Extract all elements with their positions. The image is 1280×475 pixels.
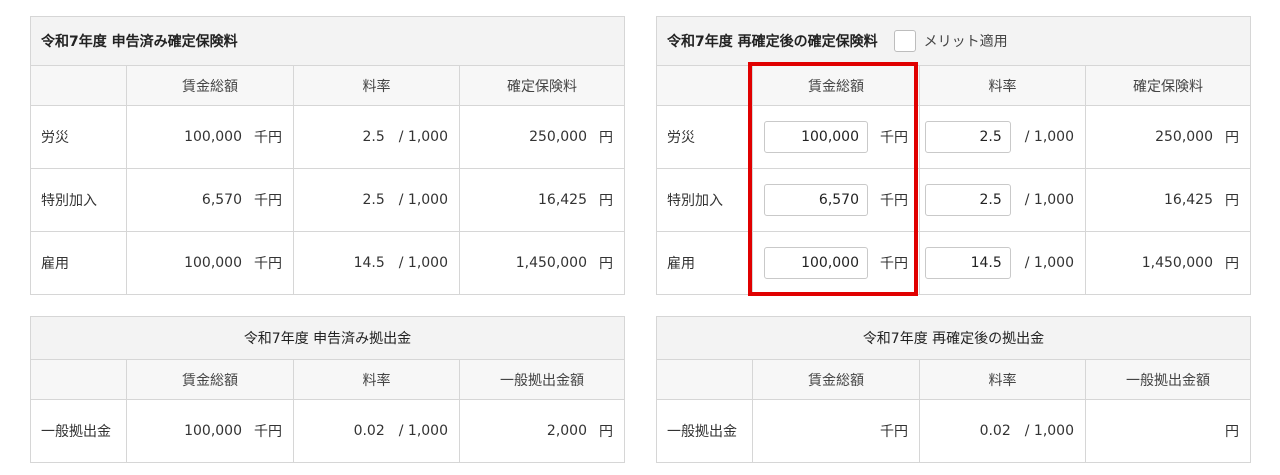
row-label: 一般拠出金 <box>41 424 111 440</box>
premium-unit: 円 <box>1225 256 1239 272</box>
wage-value: 100,000 <box>184 423 242 439</box>
amount-unit: 円 <box>599 424 613 440</box>
declared-premium-title: 令和7年度 申告済み確定保険料 <box>31 17 624 65</box>
wage-value: 100,000 <box>184 129 242 145</box>
table-row: 労災 100,000 千円 2.5 / 1,000 250,000 円 <box>31 105 624 168</box>
wage-unit: 千円 <box>880 256 908 272</box>
amount-unit: 円 <box>1225 424 1239 440</box>
wage-value: 100,000 <box>184 255 242 271</box>
header-amount: 一般拠出金額 <box>459 360 624 399</box>
amount-value: 2,000 <box>546 423 587 439</box>
row-label: 労災 <box>667 130 695 146</box>
declared-premium-panel: 令和7年度 申告済み確定保険料 賃金総額 料率 確定保険料 労災 100,000… <box>30 16 625 295</box>
row-label: 一般拠出金 <box>667 424 737 440</box>
header-rate: 料率 <box>293 360 459 399</box>
rate-unit: / 1,000 <box>1024 192 1074 208</box>
rate-value: 0.02 <box>353 423 385 439</box>
wage-unit: 千円 <box>880 424 908 440</box>
rate-input[interactable]: 14.5 <box>924 247 1011 279</box>
table-row: 雇用 100,000 千円 14.5 / 1,000 1,450,000 円 <box>657 231 1250 294</box>
rate-value: 0.02 <box>979 423 1011 439</box>
rate-value: 2.5 <box>362 192 385 208</box>
header-rate: 料率 <box>293 66 459 105</box>
declared-contribution-panel: 令和7年度 申告済み拠出金 賃金総額 料率 一般拠出金額 一般拠出金 100,0… <box>30 316 625 463</box>
header-wage: 賃金総額 <box>126 66 293 105</box>
rate-unit: / 1,000 <box>398 255 448 271</box>
declared-contribution-title: 令和7年度 申告済み拠出金 <box>31 317 624 359</box>
merit-checkbox[interactable] <box>893 30 916 52</box>
table-row: 労災 100,000 千円 2.5 / 1,000 250,000 円 <box>657 105 1250 168</box>
row-label: 雇用 <box>41 256 69 272</box>
wage-unit: 千円 <box>254 424 282 440</box>
header-wage: 賃金総額 <box>752 66 919 105</box>
table-row: 雇用 100,000 千円 14.5 / 1,000 1,450,000 円 <box>31 231 624 294</box>
row-label: 雇用 <box>667 256 695 272</box>
wage-unit: 千円 <box>880 193 908 209</box>
reconfirmed-premium-header: 賃金総額 料率 確定保険料 <box>657 65 1250 105</box>
reconfirmed-contribution-header: 賃金総額 料率 一般拠出金額 <box>657 359 1250 399</box>
header-wage: 賃金総額 <box>752 360 919 399</box>
row-label: 労災 <box>41 130 69 146</box>
rate-value: 2.5 <box>362 129 385 145</box>
wage-unit: 千円 <box>254 193 282 209</box>
wage-input[interactable]: 100,000 <box>764 121 868 153</box>
premium-value: 1,450,000 <box>515 255 587 271</box>
rate-value: 14.5 <box>353 255 385 271</box>
header-premium: 確定保険料 <box>1085 66 1250 105</box>
premium-unit: 円 <box>599 130 613 146</box>
rate-unit: / 1,000 <box>1024 129 1074 145</box>
premium-unit: 円 <box>599 256 613 272</box>
table-row: 一般拠出金 100,000 千円 0.02 / 1,000 2,000 円 <box>31 399 624 462</box>
reconfirmed-premium-title: 令和7年度 再確定後の確定保険料 <box>667 34 878 50</box>
reconfirmed-premium-title-row: 令和7年度 再確定後の確定保険料 メリット適用 <box>657 17 1250 65</box>
reconfirmed-contribution-title: 令和7年度 再確定後の拠出金 <box>657 317 1250 359</box>
premium-value: 250,000 <box>529 129 587 145</box>
merit-label[interactable]: メリット適用 <box>924 31 1008 51</box>
premium-unit: 円 <box>599 193 613 209</box>
table-row: 特別加入 6,570 千円 2.5 / 1,000 16,425 円 <box>657 168 1250 231</box>
table-row: 一般拠出金 千円 0.02 / 1,000 円 <box>657 399 1250 462</box>
table-row: 特別加入 6,570 千円 2.5 / 1,000 16,425 円 <box>31 168 624 231</box>
header-wage: 賃金総額 <box>126 360 293 399</box>
reconfirmed-contribution-panel: 令和7年度 再確定後の拠出金 賃金総額 料率 一般拠出金額 一般拠出金 千円 0… <box>656 316 1251 463</box>
premium-unit: 円 <box>1225 130 1239 146</box>
row-label: 特別加入 <box>41 193 97 209</box>
rate-input[interactable]: 2.5 <box>924 184 1011 216</box>
header-amount: 一般拠出金額 <box>1085 360 1250 399</box>
rate-unit: / 1,000 <box>398 423 448 439</box>
rate-unit: / 1,000 <box>1024 423 1074 439</box>
rate-unit: / 1,000 <box>398 192 448 208</box>
wage-input[interactable]: 100,000 <box>764 247 868 279</box>
header-rate: 料率 <box>919 66 1085 105</box>
premium-value: 250,000 <box>1155 129 1213 145</box>
wage-value: 6,570 <box>201 192 242 208</box>
premium-unit: 円 <box>1225 193 1239 209</box>
wage-unit: 千円 <box>880 130 908 146</box>
declared-contribution-header: 賃金総額 料率 一般拠出金額 <box>31 359 624 399</box>
header-premium: 確定保険料 <box>459 66 624 105</box>
rate-input[interactable]: 2.5 <box>924 121 1011 153</box>
header-rate: 料率 <box>919 360 1085 399</box>
declared-premium-header: 賃金総額 料率 確定保険料 <box>31 65 624 105</box>
row-label: 特別加入 <box>667 193 723 209</box>
wage-unit: 千円 <box>254 130 282 146</box>
premium-value: 16,425 <box>1164 192 1213 208</box>
premium-value: 1,450,000 <box>1141 255 1213 271</box>
wage-unit: 千円 <box>254 256 282 272</box>
reconfirmed-premium-panel: 令和7年度 再確定後の確定保険料 メリット適用 賃金総額 料率 確定保険料 労災… <box>656 16 1251 295</box>
premium-value: 16,425 <box>538 192 587 208</box>
rate-unit: / 1,000 <box>398 129 448 145</box>
rate-unit: / 1,000 <box>1024 255 1074 271</box>
wage-input[interactable]: 6,570 <box>764 184 868 216</box>
